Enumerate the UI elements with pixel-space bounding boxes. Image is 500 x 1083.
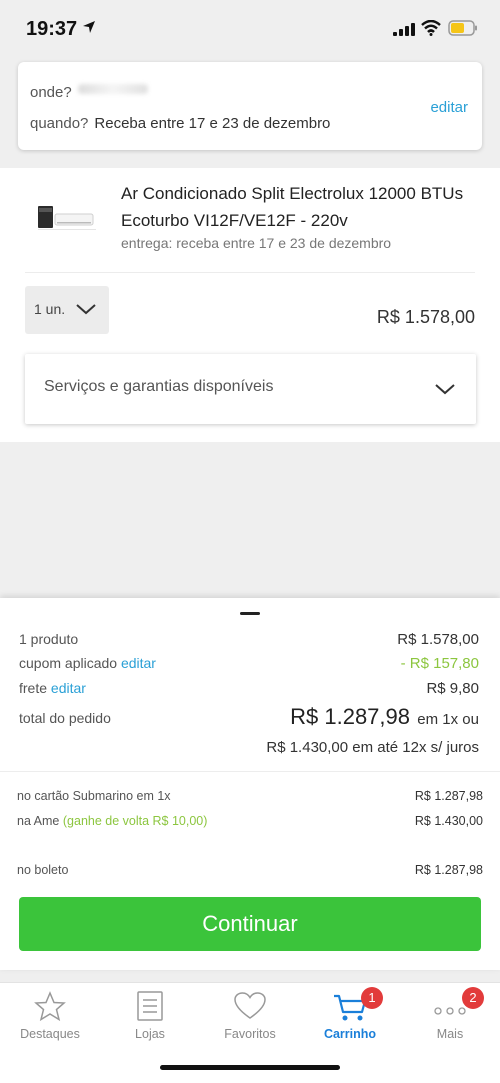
product-thumbnail[interactable] <box>30 202 100 234</box>
divider <box>25 272 475 273</box>
delivery-card: onde? quando? Receba entre 17 e 23 de dez… <box>18 62 482 150</box>
order-summary-sheet: 1 produto R$ 1.578,00 cupom aplicado edi… <box>0 598 500 970</box>
tab-label: Destaques <box>20 1027 80 1041</box>
product-price: R$ 1.578,00 <box>376 307 475 327</box>
product-title[interactable]: Ar Condicionado Split Electrolux 12000 B… <box>121 180 481 234</box>
coupon-discount: - R$ 157,80 <box>400 655 479 672</box>
edit-delivery-link[interactable]: editar <box>430 99 468 116</box>
total-suffix: em 1x ou <box>417 711 479 728</box>
list-icon <box>137 991 163 1021</box>
when-row: quando? Receba entre 17 e 23 de dezembro <box>30 115 330 132</box>
when-label: quando? <box>30 115 89 132</box>
ame-cashback: (ganhe de volta R$ 10,00) <box>62 814 208 828</box>
wifi-icon <box>421 20 441 36</box>
where-label: onde? <box>30 84 72 101</box>
tab-label: Carrinho <box>323 1027 377 1041</box>
shipping-row: frete editar <box>19 680 86 696</box>
services-label: Serviços e garantias disponíveis <box>44 378 274 395</box>
heart-icon <box>234 992 266 1019</box>
signal-icon <box>393 23 415 36</box>
tab-label: Lojas <box>135 1027 165 1041</box>
when-value: Receba entre 17 e 23 de dezembro <box>94 115 331 132</box>
card-payment-value: R$ 1.287,98 <box>414 789 483 803</box>
continue-button[interactable]: Continuar <box>19 897 481 951</box>
coupon-row: cupom aplicado editar <box>19 655 156 671</box>
cart-item: Ar Condicionado Split Electrolux 12000 B… <box>0 168 500 442</box>
chevron-down-icon <box>435 384 455 395</box>
shipping-value: R$ 9,80 <box>426 680 479 697</box>
installments-text: R$ 1.430,00 em até 12x s/ juros <box>266 739 479 756</box>
services-dropdown[interactable]: Serviços e garantias disponíveis <box>25 354 476 424</box>
divider <box>0 771 500 772</box>
edit-coupon-link[interactable]: editar <box>121 655 156 671</box>
boleto-label: no boleto <box>17 863 69 877</box>
status-time: 19:37 <box>26 18 78 40</box>
sheet-drag-handle[interactable] <box>240 612 260 615</box>
total-label: total do pedido <box>19 710 111 726</box>
more-badge: 2 <box>462 987 484 1009</box>
tab-label: Favoritos <box>224 1027 276 1041</box>
tab-carrinho[interactable]: 1 Carrinho <box>300 983 400 1053</box>
battery-icon <box>448 20 477 36</box>
ame-row: na Ame (ganhe de volta R$ 10,00) <box>17 814 207 828</box>
products-count-label: 1 produto <box>19 631 79 647</box>
tab-destaques[interactable]: Destaques <box>0 983 100 1053</box>
location-arrow-icon <box>83 21 95 33</box>
edit-shipping-link[interactable]: editar <box>51 680 86 696</box>
tab-mais[interactable]: 2 Mais <box>400 983 500 1053</box>
status-bar: 19:37 <box>0 0 500 58</box>
quantity-value: 1 un. <box>34 301 66 317</box>
ame-label: na Ame <box>17 814 60 828</box>
coupon-label: cupom aplicado <box>19 655 118 671</box>
chevron-down-icon <box>76 304 96 315</box>
quantity-select[interactable]: 1 un. <box>25 286 109 334</box>
products-subtotal: R$ 1.578,00 <box>397 631 479 648</box>
boleto-value: R$ 1.287,98 <box>414 863 483 877</box>
tab-lojas[interactable]: Lojas <box>100 983 200 1053</box>
card-payment-label: no cartão Submarino em 1x <box>17 789 171 803</box>
ame-payment-value: R$ 1.430,00 <box>414 814 483 828</box>
total-value: R$ 1.287,98 <box>290 704 410 729</box>
tab-label: Mais <box>436 1027 464 1041</box>
tab-favoritos[interactable]: Favoritos <box>200 983 300 1053</box>
address-redacted <box>78 84 148 94</box>
cart-badge: 1 <box>361 987 383 1009</box>
product-delivery-estimate: entrega: receba entre 17 e 23 de dezembr… <box>121 235 392 251</box>
home-indicator <box>160 1065 340 1070</box>
star-icon <box>34 991 66 1021</box>
shipping-label: frete <box>19 680 48 696</box>
